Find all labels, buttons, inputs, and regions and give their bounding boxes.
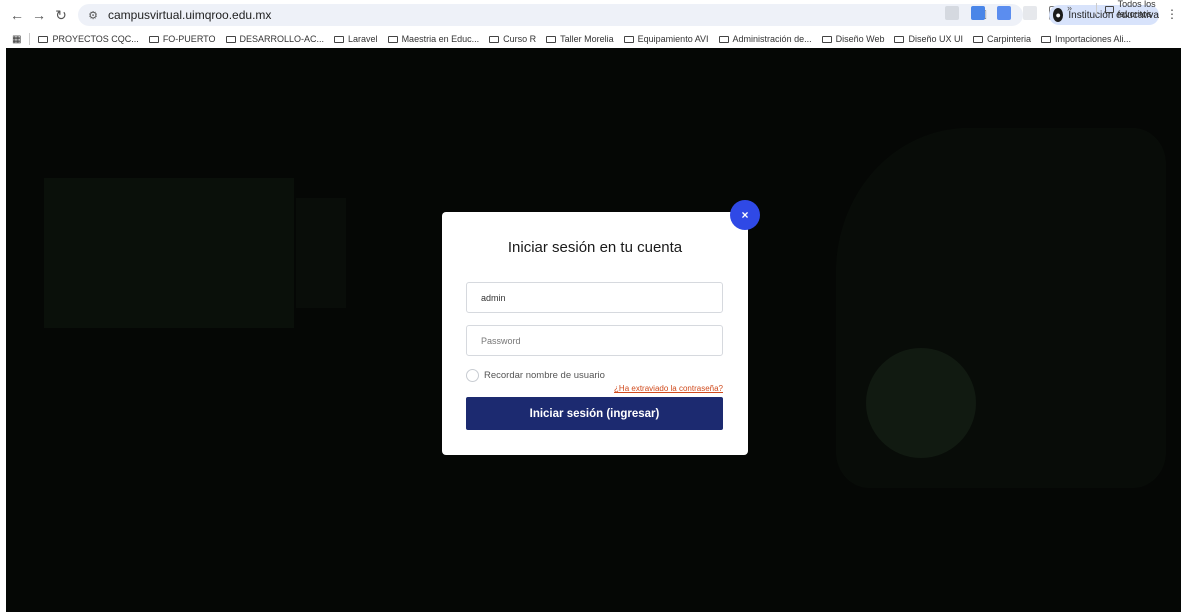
- bookmark-folder[interactable]: Taller Morelia: [546, 34, 614, 44]
- folder-icon: [489, 35, 500, 43]
- folder-icon: [546, 35, 557, 43]
- bookmark-folder[interactable]: FO-PUERTO: [148, 34, 216, 44]
- bookmark-folder[interactable]: Equipamiento AVI: [623, 34, 709, 44]
- extensions-area: [945, 6, 1063, 20]
- translate-extension-icon[interactable]: [971, 6, 985, 20]
- login-modal: Iniciar sesión en tu cuenta Recordar nom…: [442, 212, 748, 455]
- bookmark-folder[interactable]: Importaciones Ali...: [1041, 34, 1131, 44]
- bookmark-folder[interactable]: DESARROLLO-AC...: [225, 34, 325, 44]
- modal-title: Iniciar sesión en tu cuenta: [507, 239, 683, 256]
- profile-avatar-icon: ●: [1053, 8, 1064, 22]
- all-bookmarks-label: Todos los favoritos: [1117, 0, 1156, 19]
- remember-checkbox[interactable]: [466, 369, 479, 382]
- bookmark-label: Diseño UX UI: [908, 34, 963, 44]
- folder-icon: [972, 35, 983, 43]
- folder-icon: [148, 35, 159, 43]
- address-bar[interactable]: ⚙ campusvirtual.uimqroo.edu.mx ⚿ ☆: [78, 4, 1023, 26]
- remember-username[interactable]: Recordar nombre de usuario: [466, 369, 605, 382]
- folder-icon: [1041, 35, 1052, 43]
- bookmarks-separator: [29, 33, 31, 45]
- folder-icon: [894, 35, 905, 43]
- site-info-icon[interactable]: ⚙: [86, 8, 100, 22]
- background-image-block: [296, 198, 346, 308]
- bookmark-folder[interactable]: Laravel: [334, 34, 378, 44]
- extension-icon[interactable]: [945, 6, 959, 20]
- url-text[interactable]: campusvirtual.uimqroo.edu.mx: [108, 8, 271, 22]
- folder-icon: [718, 35, 729, 43]
- bookmark-label: Carpinteria: [986, 34, 1032, 44]
- bookmark-label: Taller Morelia: [560, 34, 614, 44]
- bookmark-label: Maestria en Educ...: [401, 34, 480, 44]
- bookmark-folder[interactable]: Diseño Web: [821, 34, 885, 44]
- bookmark-label: PROYECTOS CQC...: [52, 34, 139, 44]
- bookmark-folder[interactable]: PROYECTOS CQC...: [38, 34, 139, 44]
- forward-arrow-icon[interactable]: →: [28, 4, 50, 26]
- bookmark-folder[interactable]: Diseño UX UI: [894, 34, 963, 44]
- bookmark-label: Equipamiento AVI: [637, 34, 709, 44]
- background-image-block: [44, 178, 294, 328]
- bookmark-label: Administración de...: [732, 34, 812, 44]
- back-arrow-icon[interactable]: ←: [6, 4, 28, 26]
- bookmark-label: Laravel: [348, 34, 378, 44]
- apps-grid-icon[interactable]: ▦: [12, 34, 21, 45]
- all-bookmarks-button[interactable]: Todos los favoritos: [1096, 0, 1181, 19]
- bookmarks-overflow-button[interactable]: »: [1067, 3, 1072, 13]
- bookmarks-separator: [1096, 3, 1097, 15]
- bookmark-label: Curso R: [503, 34, 537, 44]
- folder-icon: [387, 35, 398, 43]
- folder-icon: [38, 35, 49, 43]
- bookmark-label: FO-PUERTO: [162, 34, 216, 44]
- folder-icon: [334, 35, 345, 43]
- extension-icon[interactable]: [997, 6, 1011, 20]
- login-button[interactable]: Iniciar sesión (ingresar): [466, 397, 723, 430]
- username-input[interactable]: [466, 282, 723, 313]
- extension-icon[interactable]: [1023, 6, 1037, 20]
- bookmark-label: Importaciones Ali...: [1055, 34, 1132, 44]
- background-logo-shape: [866, 348, 976, 458]
- bookmark-folder[interactable]: Curso R: [489, 34, 536, 44]
- bookmark-label: DESARROLLO-AC...: [239, 34, 325, 44]
- folder-icon: [821, 35, 832, 43]
- folder-icon: [225, 35, 236, 43]
- forgot-password-link[interactable]: ¿Ha extraviado la contraseña?: [614, 384, 723, 393]
- bookmark-label: Diseño Web: [835, 34, 885, 44]
- bookmarks-bar: ▦ PROYECTOS CQC... FO-PUERTO DESARROLLO-…: [0, 30, 1181, 48]
- folder-icon: [1104, 5, 1114, 13]
- folder-icon: [623, 35, 634, 43]
- browser-toolbar: ← → ↻ ⚙ campusvirtual.uimqroo.edu.mx ⚿ ☆…: [0, 0, 1181, 30]
- reload-icon[interactable]: ↻: [50, 4, 72, 26]
- bookmark-folder[interactable]: Maestria en Educ...: [387, 34, 480, 44]
- bookmark-folder[interactable]: Administración de...: [718, 34, 812, 44]
- remember-label: Recordar nombre de usuario: [484, 370, 605, 381]
- close-icon[interactable]: ×: [730, 200, 760, 230]
- password-input[interactable]: [466, 325, 723, 356]
- bookmark-folder[interactable]: Carpinteria: [972, 34, 1032, 44]
